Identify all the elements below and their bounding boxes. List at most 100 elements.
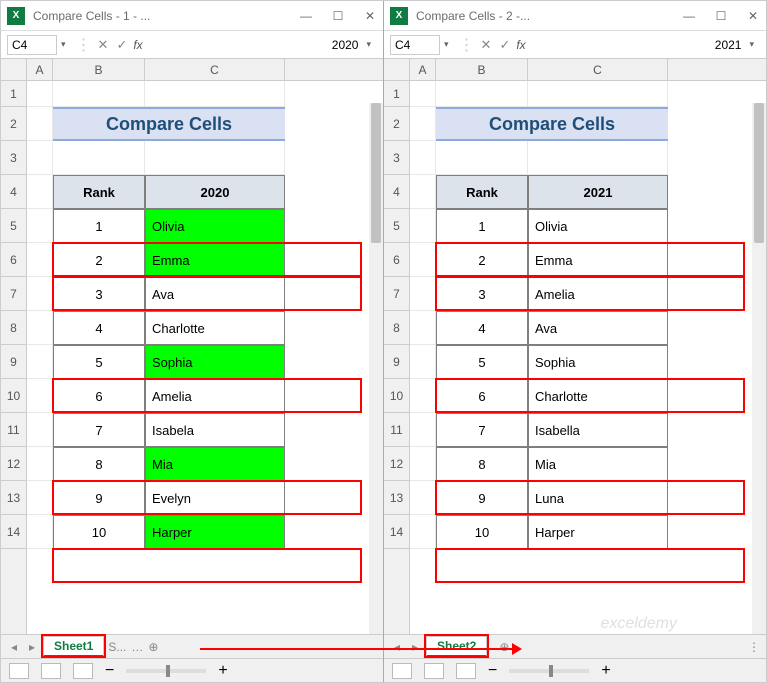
select-all-corner[interactable] <box>384 59 410 80</box>
row-header[interactable]: 6 <box>1 243 26 277</box>
row-header[interactable]: 9 <box>1 345 26 379</box>
table-header-year[interactable]: 2020 <box>145 175 285 209</box>
row-header[interactable]: 9 <box>384 345 409 379</box>
row-header[interactable]: 4 <box>384 175 409 209</box>
table-cell-name[interactable]: Ava <box>145 277 285 311</box>
formula-dropdown-icon[interactable]: ▾ <box>366 39 371 50</box>
table-header-rank[interactable]: Rank <box>436 175 528 209</box>
view-normal-icon[interactable] <box>9 663 29 679</box>
table-cell-name[interactable]: Evelyn <box>145 481 285 515</box>
row-header[interactable]: 13 <box>1 481 26 515</box>
zoom-in-icon[interactable]: + <box>218 662 227 680</box>
row-header[interactable]: 5 <box>384 209 409 243</box>
view-break-icon[interactable] <box>73 663 93 679</box>
table-cell-name[interactable]: Harper <box>145 515 285 549</box>
row-header[interactable]: 8 <box>384 311 409 345</box>
vertical-scrollbar[interactable] <box>369 103 383 634</box>
table-cell-rank[interactable]: 10 <box>53 515 145 549</box>
sheet-tab-sheet2[interactable]: Sheet2 <box>426 636 487 657</box>
formula-dropdown-icon[interactable]: ▾ <box>749 39 754 50</box>
table-cell-rank[interactable]: 9 <box>53 481 145 515</box>
table-cell-name[interactable]: Isabella <box>528 413 668 447</box>
table-cell-name[interactable]: Amelia <box>145 379 285 413</box>
close-button[interactable]: ✕ <box>363 9 377 23</box>
new-sheet-icon[interactable]: ⊕ <box>499 640 509 654</box>
zoom-out-icon[interactable]: − <box>488 662 497 680</box>
minimize-button[interactable]: — <box>682 9 696 23</box>
formula-value-left[interactable]: 2020 <box>147 38 363 52</box>
row-header[interactable]: 11 <box>1 413 26 447</box>
column-header-b[interactable]: B <box>436 59 528 80</box>
table-cell-name[interactable]: Sophia <box>145 345 285 379</box>
close-button[interactable]: ✕ <box>746 9 760 23</box>
name-box-dropdown-icon[interactable]: ▾ <box>61 39 66 50</box>
column-header-c[interactable]: C <box>528 59 668 80</box>
column-header-a[interactable]: A <box>27 59 53 80</box>
table-cell-rank[interactable]: 2 <box>436 243 528 277</box>
table-cell-rank[interactable]: 8 <box>53 447 145 481</box>
name-box-right[interactable]: C4 <box>390 35 440 55</box>
table-cell-name[interactable]: Mia <box>145 447 285 481</box>
table-cell-rank[interactable]: 2 <box>53 243 145 277</box>
table-cell-name[interactable]: Sophia <box>528 345 668 379</box>
table-cell-rank[interactable]: 3 <box>53 277 145 311</box>
table-cell-name[interactable]: Charlotte <box>528 379 668 413</box>
zoom-in-icon[interactable]: + <box>601 662 610 680</box>
row-header[interactable]: 5 <box>1 209 26 243</box>
row-header[interactable]: 10 <box>1 379 26 413</box>
row-header[interactable]: 4 <box>1 175 26 209</box>
table-cell-name[interactable]: Isabela <box>145 413 285 447</box>
tab-nav-prev-icon[interactable]: ◂ <box>7 640 21 654</box>
row-header[interactable]: 11 <box>384 413 409 447</box>
table-cell-name[interactable]: Luna <box>528 481 668 515</box>
row-header[interactable]: 7 <box>1 277 26 311</box>
tab-nav-next-icon[interactable]: ▸ <box>25 640 39 654</box>
row-header[interactable]: 2 <box>384 107 409 141</box>
enter-icon[interactable]: ✓ <box>114 37 129 53</box>
name-box-dropdown-icon[interactable]: ▾ <box>444 39 449 50</box>
new-sheet-icon[interactable]: ⊕ <box>148 640 158 654</box>
table-header-year[interactable]: 2021 <box>528 175 668 209</box>
row-header[interactable]: 3 <box>1 141 26 175</box>
fx-icon[interactable]: fx <box>516 38 525 52</box>
table-cell-name[interactable]: Amelia <box>528 277 668 311</box>
row-header[interactable]: 1 <box>384 81 409 107</box>
formula-value-right[interactable]: 2021 <box>530 38 746 52</box>
view-normal-icon[interactable] <box>392 663 412 679</box>
name-box-left[interactable]: C4 <box>7 35 57 55</box>
table-cell-rank[interactable]: 5 <box>53 345 145 379</box>
table-cell-rank[interactable]: 1 <box>436 209 528 243</box>
row-header[interactable]: 7 <box>384 277 409 311</box>
row-header[interactable]: 2 <box>1 107 26 141</box>
row-header[interactable]: 3 <box>384 141 409 175</box>
column-header-a[interactable]: A <box>410 59 436 80</box>
zoom-out-icon[interactable]: − <box>105 662 114 680</box>
sheet-tab-sheet1[interactable]: Sheet1 <box>43 636 104 657</box>
enter-icon[interactable]: ✓ <box>497 37 512 53</box>
table-cell-name[interactable]: Olivia <box>145 209 285 243</box>
table-cell-name[interactable]: Emma <box>145 243 285 277</box>
view-break-icon[interactable] <box>456 663 476 679</box>
table-cell-name[interactable]: Harper <box>528 515 668 549</box>
view-page-icon[interactable] <box>41 663 61 679</box>
table-cell-name[interactable]: Olivia <box>528 209 668 243</box>
table-cell-name[interactable]: Mia <box>528 447 668 481</box>
sheet-tab-extra[interactable]: S... <box>108 640 126 654</box>
table-header-rank[interactable]: Rank <box>53 175 145 209</box>
table-cell-rank[interactable]: 6 <box>436 379 528 413</box>
table-cell-rank[interactable]: 6 <box>53 379 145 413</box>
select-all-corner[interactable] <box>1 59 27 80</box>
table-cell-rank[interactable]: 5 <box>436 345 528 379</box>
table-cell-rank[interactable]: 8 <box>436 447 528 481</box>
table-cell-rank[interactable]: 7 <box>53 413 145 447</box>
table-cell-rank[interactable]: 4 <box>436 311 528 345</box>
row-header[interactable]: 14 <box>384 515 409 549</box>
tab-options-icon[interactable]: ⋮ <box>748 640 760 654</box>
tab-nav-prev-icon[interactable]: ◂ <box>390 640 404 654</box>
row-header[interactable]: 8 <box>1 311 26 345</box>
fx-icon[interactable]: fx <box>133 38 142 52</box>
column-header-c[interactable]: C <box>145 59 285 80</box>
table-cell-name[interactable]: Ava <box>528 311 668 345</box>
table-cell-name[interactable]: Charlotte <box>145 311 285 345</box>
row-header[interactable]: 1 <box>1 81 26 107</box>
